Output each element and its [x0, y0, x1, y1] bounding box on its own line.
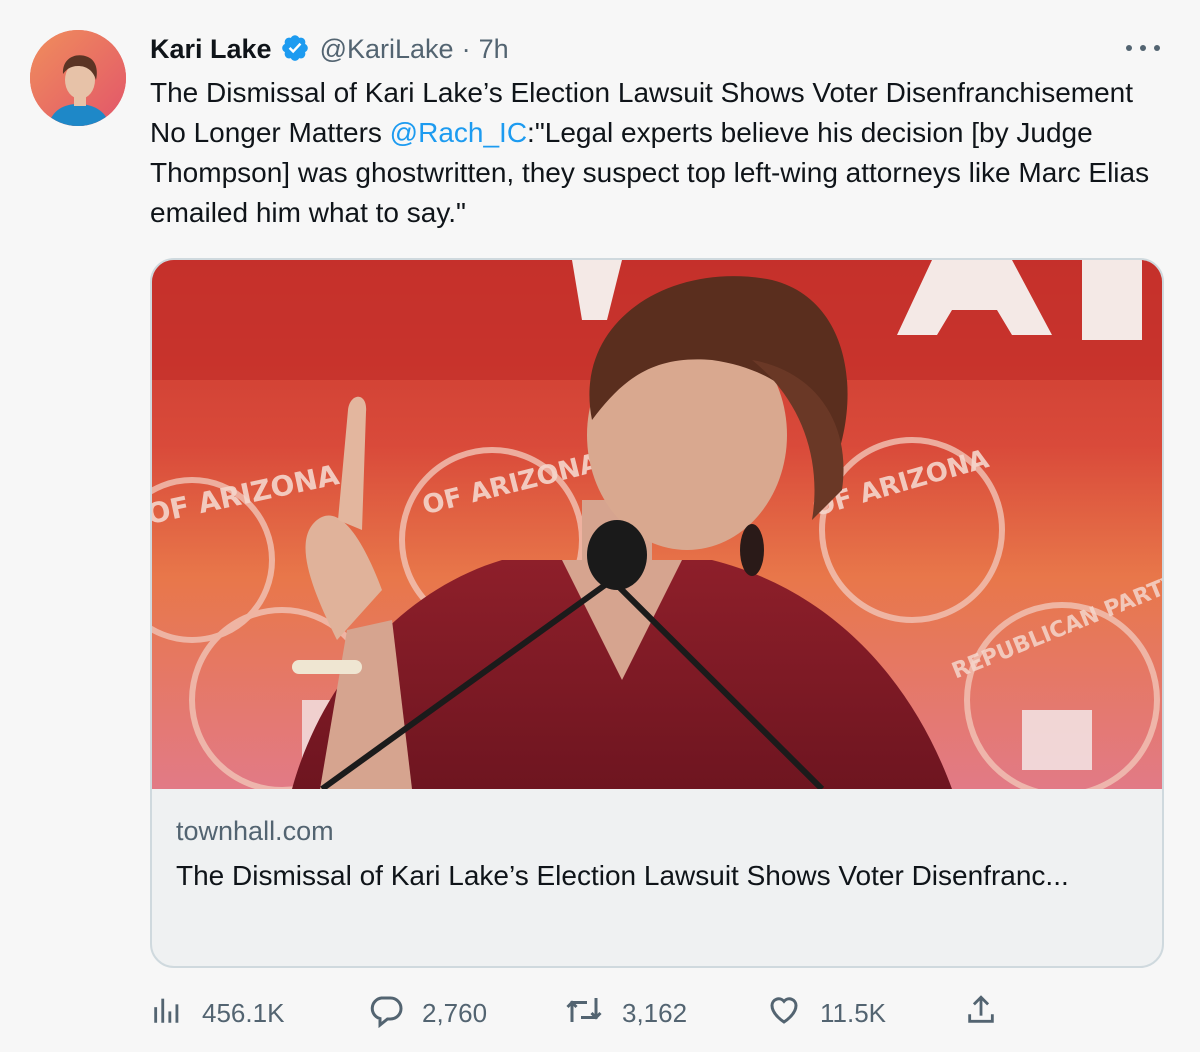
author-name[interactable]: Kari Lake [150, 34, 272, 65]
mention-link[interactable]: @Rach_IC [390, 117, 527, 148]
verified-badge-icon [280, 33, 312, 65]
card-image[interactable]: OF ARIZONA OF ARIZONA OF ARIZONA REPUBLI… [152, 260, 1162, 789]
like-count: 11.5K [820, 997, 887, 1028]
tweet-text: The Dismissal of Kari Lake’s Election La… [150, 73, 1150, 233]
reply-button[interactable]: 2,760 [368, 990, 487, 1036]
retweet-button[interactable]: 3,162 [564, 990, 687, 1036]
views-count: 456.1K [202, 997, 285, 1028]
card-domain[interactable]: townhall.com [176, 816, 334, 847]
share-button[interactable] [964, 990, 1016, 1036]
author-handle[interactable]: @KariLake [320, 34, 454, 65]
views-icon [150, 993, 202, 1034]
tweet[interactable]: Kari Lake @KariLake · 7h The Dismissal o… [0, 0, 1200, 1052]
views-button[interactable]: 456.1K [150, 990, 284, 1036]
action-bar: 456.1K 2,760 3,162 11.5K [150, 990, 1160, 1036]
avatar-image [30, 30, 126, 126]
retweet-icon [564, 992, 622, 1035]
header-separator: · [461, 33, 471, 64]
more-icon[interactable] [1126, 38, 1160, 58]
link-card[interactable]: OF ARIZONA OF ARIZONA OF ARIZONA REPUBLI… [150, 258, 1164, 968]
retweet-count: 3,162 [622, 997, 688, 1028]
reply-count: 2,760 [422, 997, 488, 1028]
tweet-header: Kari Lake @KariLake · 7h [150, 30, 509, 68]
share-icon [964, 993, 1016, 1034]
avatar[interactable] [30, 30, 126, 126]
reply-icon [368, 992, 422, 1035]
tweet-timestamp[interactable]: 7h [479, 34, 509, 65]
like-button[interactable]: 11.5K [766, 990, 886, 1036]
card-title[interactable]: The Dismissal of Kari Lake’s Election La… [176, 860, 1136, 892]
heart-icon [766, 992, 820, 1035]
